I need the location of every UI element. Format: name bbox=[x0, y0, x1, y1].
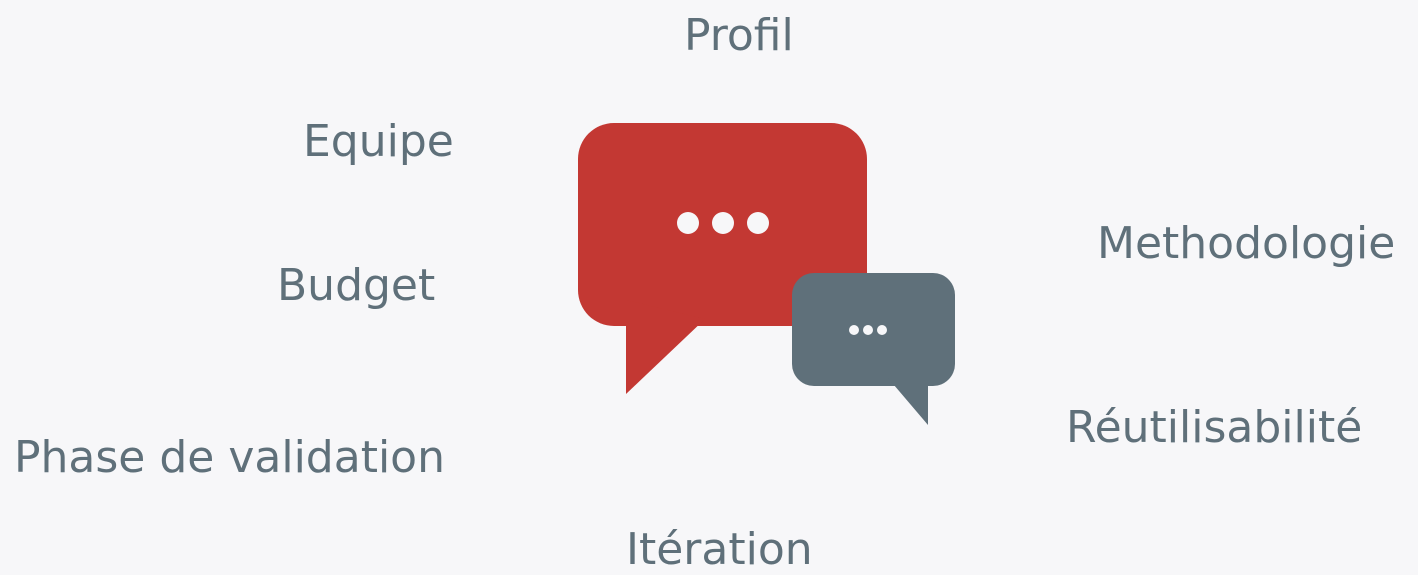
dot-icon bbox=[877, 325, 887, 335]
dot-icon bbox=[677, 212, 699, 234]
dot-icon bbox=[849, 325, 859, 335]
speech-bubble-icon bbox=[792, 273, 955, 425]
dot-icon bbox=[747, 212, 769, 234]
speech-bubbles-illustration bbox=[578, 123, 955, 425]
dot-icon bbox=[712, 212, 734, 234]
dot-icon bbox=[863, 325, 873, 335]
